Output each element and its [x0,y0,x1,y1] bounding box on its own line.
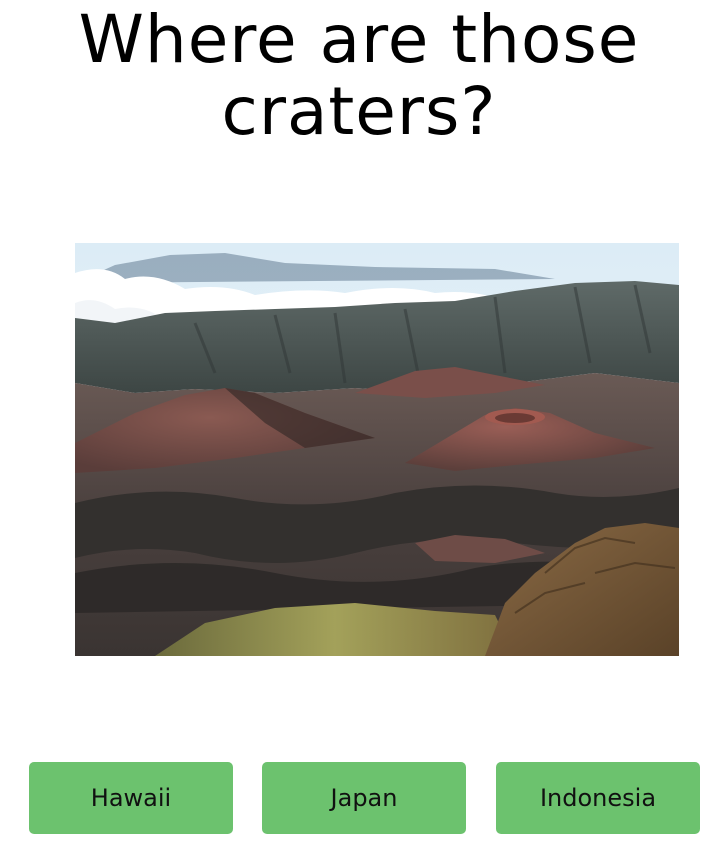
answer-japan-button[interactable]: Japan [262,762,466,834]
question-line-2: craters? [221,73,497,150]
answer-indonesia-button[interactable]: Indonesia [496,762,700,834]
answer-options: Hawaii Japan Indonesia [29,762,701,834]
crater-landscape-illustration [75,243,679,656]
question-line-1: Where are those [78,1,640,78]
answer-hawaii-button[interactable]: Hawaii [29,762,233,834]
question-title: Where are those craters? [0,0,718,148]
crater-photo [75,243,679,656]
